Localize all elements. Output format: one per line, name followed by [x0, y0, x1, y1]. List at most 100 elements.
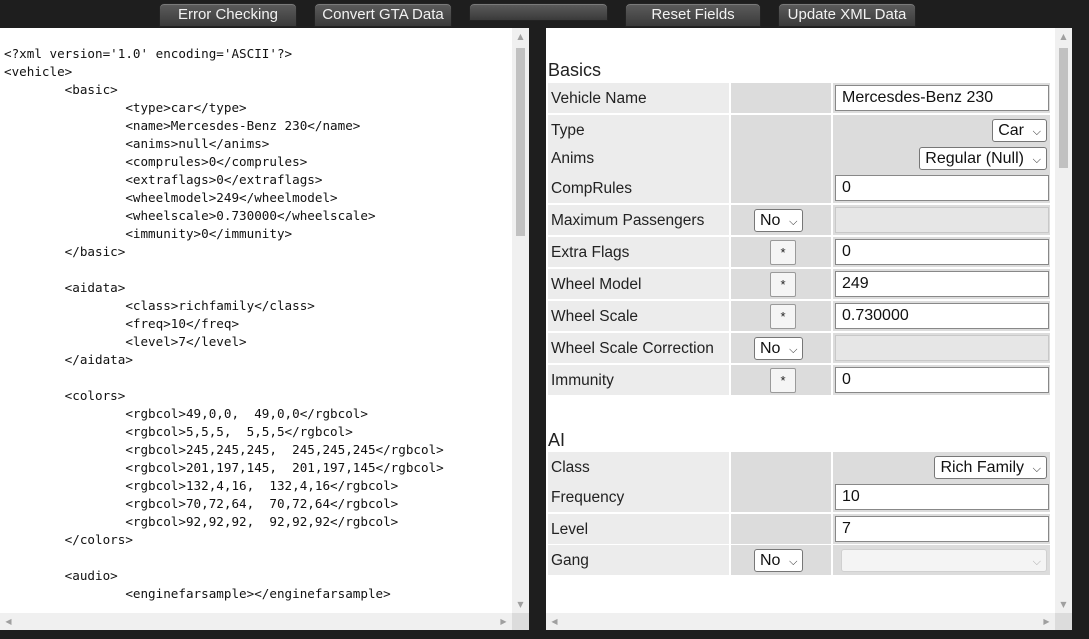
chevron-down-icon: ⌵ [789, 215, 798, 228]
update-xml-data-button[interactable]: Update XML Data [778, 3, 916, 27]
xml-line: </aidata> [4, 352, 133, 367]
row-class: Class Rich Family ⌵ [548, 452, 1050, 484]
xml-line: </basic> [4, 244, 126, 259]
xml-vertical-scrollbar[interactable]: ▲ ▼ [512, 28, 529, 613]
type-select[interactable]: Car ⌵ [992, 119, 1047, 142]
basics-section-title: Basics [548, 60, 602, 80]
vehicle-name-input[interactable]: Mercesdes-Benz 230 [835, 85, 1049, 111]
xml-line: <extraflags>0</extraflags> [4, 172, 323, 187]
wheel-model-label: Wheel Model [551, 276, 642, 293]
xml-line: <enginefarsample></enginefarsample> [4, 586, 391, 601]
maximum-passengers-label: Maximum Passengers [551, 212, 705, 229]
xml-line: <vehicle> [4, 64, 73, 79]
gang-label: Gang [551, 552, 589, 569]
xml-line: <rgbcol>132,4,16, 132,4,16</rgbcol> [4, 478, 399, 493]
xml-line: <wheelmodel>249</wheelmodel> [4, 190, 338, 205]
anims-select[interactable]: Regular (Null) ⌵ [919, 147, 1047, 170]
xml-line: <audio> [4, 568, 118, 583]
xml-line: <rgbcol>49,0,0, 49,0,0</rgbcol> [4, 406, 368, 421]
extra-flags-star-button[interactable]: * [770, 240, 796, 265]
row-wheel-scale-correction: Wheel Scale Correction No ⌵ [548, 333, 1050, 365]
chevron-down-icon: ⌵ [1032, 555, 1041, 568]
immunity-star-button[interactable]: * [770, 368, 796, 393]
type-label: Type [551, 122, 585, 139]
form-horizontal-scrollbar[interactable]: ◀ ▶ [546, 613, 1055, 630]
xml-line [4, 261, 444, 279]
scroll-corner [1055, 613, 1072, 630]
wheel-scale-input[interactable]: 0.730000 [835, 303, 1049, 329]
extra-flags-input[interactable]: 0 [835, 239, 1049, 265]
class-label: Class [551, 459, 590, 476]
row-maximum-passengers: Maximum Passengers No ⌵ [548, 205, 1050, 237]
wheel-scale-star-button[interactable]: * [770, 304, 796, 329]
scroll-up-icon[interactable]: ▲ [1055, 28, 1072, 45]
chevron-down-icon: ⌵ [1032, 462, 1041, 475]
xml-line: <?xml version='1.0' encoding='ASCII'?> [4, 46, 293, 61]
immunity-input[interactable]: 0 [835, 367, 1049, 393]
xml-line [4, 369, 444, 387]
scroll-corner [512, 613, 529, 630]
row-extra-flags: Extra Flags * 0 [548, 237, 1050, 269]
vehicle-form-panel: Basics Vehicle Name Mercesdes-Benz 230 T… [546, 28, 1072, 630]
wheel-scale-correction-select[interactable]: No ⌵ [754, 337, 804, 360]
xml-line: <freq>10</freq> [4, 316, 240, 331]
scroll-thumb[interactable] [1059, 48, 1068, 168]
row-wheel-model: Wheel Model * 249 [548, 269, 1050, 301]
level-label: Level [551, 521, 589, 538]
row-gang: Gang No ⌵ ⌵ [548, 545, 1050, 577]
frequency-input[interactable]: 10 [835, 484, 1049, 510]
row-type: Type Car ⌵ [548, 115, 1050, 147]
anims-label: Anims [551, 150, 595, 167]
xml-line: <colors> [4, 388, 126, 403]
wheel-model-star-button[interactable]: * [770, 272, 796, 297]
error-checking-button[interactable]: Error Checking [159, 3, 297, 27]
xml-line [4, 549, 444, 567]
gang-type-select: ⌵ [841, 549, 1047, 572]
scroll-down-icon[interactable]: ▼ [1055, 596, 1072, 613]
scroll-down-icon[interactable]: ▼ [512, 596, 529, 613]
level-input[interactable]: 7 [835, 516, 1049, 542]
row-immunity: Immunity * 0 [548, 365, 1050, 397]
toolbar: Error Checking Convert GTA Data Reset Fi… [0, 0, 1089, 28]
scroll-left-icon[interactable]: ◀ [546, 613, 563, 630]
xml-editor-panel[interactable]: <?xml version='1.0' encoding='ASCII'?> <v… [0, 28, 529, 630]
comprules-input[interactable]: 0 [835, 175, 1049, 201]
xml-line: <rgbcol>70,72,64, 70,72,64</rgbcol> [4, 496, 399, 511]
gang-select[interactable]: No ⌵ [754, 549, 804, 572]
xml-line: <rgbcol>201,197,145, 201,197,145</rgbcol… [4, 460, 444, 475]
xml-line: <type>car</type> [4, 100, 247, 115]
chevron-down-icon: ⌵ [1032, 153, 1041, 166]
xml-line: <rgbcol>5,5,5, 5,5,5</rgbcol> [4, 424, 353, 439]
scroll-left-icon[interactable]: ◀ [0, 613, 17, 630]
wheel-model-input[interactable]: 249 [835, 271, 1049, 297]
scroll-up-icon[interactable]: ▲ [512, 28, 529, 45]
chevron-down-icon: ⌵ [789, 343, 798, 356]
xml-line: <level>7</level> [4, 334, 247, 349]
blank-button[interactable] [469, 3, 608, 21]
xml-horizontal-scrollbar[interactable]: ◀ ▶ [0, 613, 512, 630]
form-vertical-scrollbar[interactable]: ▲ ▼ [1055, 28, 1072, 613]
xml-code[interactable]: <?xml version='1.0' encoding='ASCII'?> <v… [4, 45, 444, 603]
convert-gta-data-button[interactable]: Convert GTA Data [314, 3, 452, 27]
xml-line: <comprules>0</comprules> [4, 154, 308, 169]
chevron-down-icon: ⌵ [1032, 125, 1041, 138]
class-select[interactable]: Rich Family ⌵ [934, 456, 1047, 479]
wheel-scale-label: Wheel Scale [551, 308, 639, 325]
scroll-right-icon[interactable]: ▶ [495, 613, 512, 630]
xml-line: <anims>null</anims> [4, 136, 270, 151]
xml-line: </colors> [4, 532, 133, 547]
maximum-passengers-select[interactable]: No ⌵ [754, 209, 804, 232]
xml-line: <rgbcol>92,92,92, 92,92,92</rgbcol> [4, 514, 399, 529]
xml-line: <class>richfamily</class> [4, 298, 315, 313]
xml-line: <name>Mercesdes-Benz 230</name> [4, 118, 361, 133]
xml-line: <basic> [4, 82, 118, 97]
scroll-thumb[interactable] [516, 48, 525, 236]
scroll-right-icon[interactable]: ▶ [1038, 613, 1055, 630]
wheel-scale-correction-label: Wheel Scale Correction [551, 340, 714, 357]
row-comprules: CompRules 0 [548, 173, 1050, 205]
chevron-down-icon: ⌵ [789, 555, 798, 568]
vehicle-name-label: Vehicle Name [551, 90, 647, 107]
row-wheel-scale: Wheel Scale * 0.730000 [548, 301, 1050, 333]
row-vehicle-name: Vehicle Name Mercesdes-Benz 230 [548, 83, 1050, 115]
reset-fields-button[interactable]: Reset Fields [625, 3, 761, 27]
